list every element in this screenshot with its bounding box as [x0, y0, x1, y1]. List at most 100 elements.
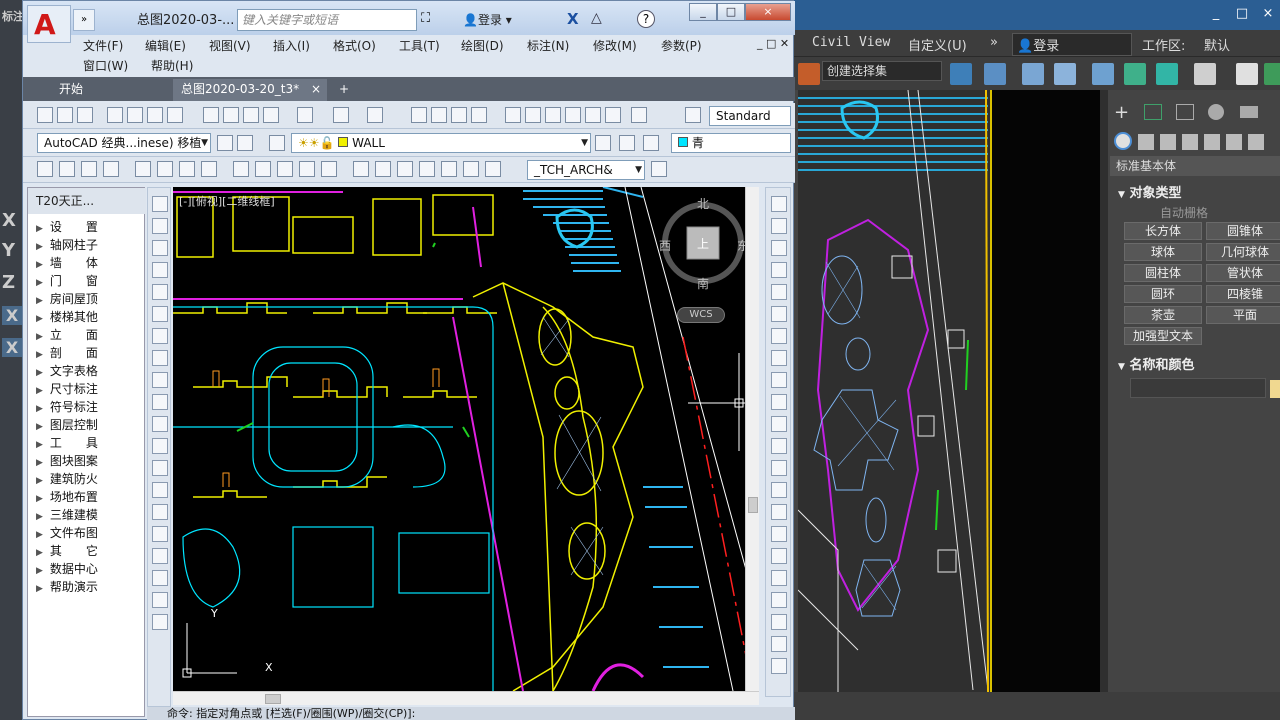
selection-set-combo[interactable]: 创建选择集 — [822, 61, 942, 81]
pan-icon[interactable] — [411, 107, 427, 123]
inspect-icon[interactable] — [397, 161, 413, 177]
palette-item[interactable]: ▶ 场地布置 — [36, 488, 98, 505]
make-current-icon[interactable] — [595, 135, 611, 151]
rotate-icon[interactable] — [771, 328, 787, 344]
display-tab-icon[interactable] — [1240, 106, 1258, 118]
ungroup-icon[interactable] — [771, 636, 787, 652]
palette-item[interactable]: ▶ 建筑防火 — [36, 470, 98, 487]
render-icon[interactable] — [798, 63, 820, 85]
palette-item[interactable]: ▶ 三维建模 — [36, 506, 98, 523]
autodesk-360-icon[interactable]: △ — [591, 10, 602, 26]
zoom-realtime-icon[interactable] — [431, 107, 447, 123]
palette-item[interactable]: ▶ 符号标注 — [36, 398, 98, 415]
render-frame-icon[interactable] — [1264, 63, 1280, 85]
polyline-icon[interactable] — [152, 240, 168, 256]
material-editor-icon[interactable] — [1194, 63, 1216, 85]
sheetset-icon[interactable] — [167, 107, 183, 123]
explode-icon[interactable] — [771, 570, 787, 586]
command-line[interactable]: 命令: 指定对角点或 [栏选(F)/圈围(WP)/圈交(CP)]: — [147, 707, 795, 720]
maximize-button[interactable]: □ — [717, 3, 745, 21]
render-setup-icon[interactable] — [1236, 63, 1258, 85]
point-icon[interactable] — [152, 482, 168, 498]
layer-properties-icon[interactable] — [269, 135, 285, 151]
dimstyle-combo[interactable]: _TCH_ARCH& ▼ — [527, 160, 645, 180]
max-close-button[interactable]: × — [1256, 4, 1280, 24]
geometry-icon[interactable] — [1114, 132, 1132, 150]
chamfer-icon[interactable] — [771, 504, 787, 520]
helpers-icon[interactable] — [1204, 134, 1220, 150]
palette-item[interactable]: ▶ 轴网柱子 — [36, 236, 98, 253]
autocad-logo-button[interactable]: A — [27, 5, 71, 43]
redo-icon[interactable] — [367, 107, 383, 123]
save-icon[interactable] — [77, 107, 93, 123]
text-style-combo[interactable]: Standard — [709, 106, 791, 126]
sphere-button[interactable]: 球体 — [1124, 243, 1202, 261]
palette-item[interactable]: ▶ 剖 面 — [36, 344, 98, 361]
scale-icon[interactable] — [771, 350, 787, 366]
jogged-icon[interactable] — [157, 161, 173, 177]
align-icon[interactable] — [984, 63, 1006, 85]
menu-draw[interactable]: 绘图(D) — [461, 37, 504, 54]
lights-icon[interactable] — [1160, 134, 1176, 150]
gear-icon[interactable] — [217, 135, 233, 151]
paste-icon[interactable] — [243, 107, 259, 123]
palette-item[interactable]: ▶ 其 它 — [36, 542, 98, 559]
trim-icon[interactable] — [771, 394, 787, 410]
move-icon[interactable] — [771, 306, 787, 322]
workspace-value[interactable]: 默认 — [1204, 35, 1230, 54]
mirror-icon[interactable] — [950, 63, 972, 85]
menu-parameters[interactable]: 参数(P) — [661, 37, 702, 54]
tube-button[interactable]: 管状体 — [1206, 264, 1280, 282]
dim-update-icon[interactable] — [485, 161, 501, 177]
menu-format[interactable]: 格式(O) — [333, 37, 376, 54]
aligned-dim-icon[interactable] — [59, 161, 75, 177]
name-color-section[interactable]: ▼ 名称和颜色 — [1118, 354, 1194, 373]
cut-icon[interactable] — [203, 107, 219, 123]
curve-editor-icon[interactable] — [1124, 63, 1146, 85]
help-icon[interactable]: ? — [637, 10, 655, 28]
horizontal-scroll-thumb[interactable] — [265, 694, 281, 704]
mtext-icon[interactable] — [152, 592, 168, 608]
menu-help[interactable]: 帮助(H) — [151, 57, 193, 74]
viewcube-north[interactable]: 北 — [697, 195, 709, 212]
offset-icon[interactable] — [771, 262, 787, 278]
max-maximize-button[interactable]: □ — [1230, 4, 1254, 24]
jogged-linear-icon[interactable] — [419, 161, 435, 177]
line-icon[interactable] — [152, 196, 168, 212]
viewport-label[interactable]: [-][俯视][二维线框] — [179, 193, 275, 209]
break-icon[interactable] — [771, 460, 787, 476]
menu-view[interactable]: 视图(V) — [209, 37, 251, 54]
tolerance-icon[interactable] — [353, 161, 369, 177]
torus-button[interactable]: 圆环 — [1124, 285, 1202, 303]
blend-icon[interactable] — [771, 548, 787, 564]
palette-item[interactable]: ▶ 房间屋顶 — [36, 290, 98, 307]
polygon-icon[interactable] — [152, 262, 168, 278]
arc-length-icon[interactable] — [81, 161, 97, 177]
vertical-scroll-thumb[interactable] — [748, 497, 758, 513]
box-button[interactable]: 长方体 — [1124, 222, 1202, 240]
spline-icon[interactable] — [152, 372, 168, 388]
draworder-icon[interactable] — [771, 592, 787, 608]
construction-line-icon[interactable] — [152, 218, 168, 234]
quick-dim-icon[interactable] — [233, 161, 249, 177]
teapot-button[interactable]: 茶壶 — [1124, 306, 1202, 324]
quick-access-more-button[interactable]: » — [73, 9, 95, 31]
ordinate-icon[interactable] — [103, 161, 119, 177]
minimize-button[interactable]: _ — [689, 3, 717, 21]
layer-iso-icon[interactable] — [771, 658, 787, 674]
dim-style-icon[interactable] — [651, 161, 667, 177]
palette-item[interactable]: ▶ 工 具 — [36, 434, 98, 451]
publish-icon[interactable] — [147, 107, 163, 123]
palette-item[interactable]: ▶ 图层控制 — [36, 416, 98, 433]
preview-icon[interactable] — [127, 107, 143, 123]
tab-drawing[interactable]: 总图2020-03-20_t3* × — [173, 79, 327, 101]
add-selected-icon[interactable] — [152, 614, 168, 630]
menu-insert[interactable]: 插入(I) — [273, 37, 310, 54]
ribbon-icon[interactable] — [1054, 63, 1076, 85]
zoom-window-icon[interactable] — [451, 107, 467, 123]
menu-tools[interactable]: 工具(T) — [399, 37, 440, 54]
ellipse-icon[interactable] — [152, 394, 168, 410]
palette-item[interactable]: ▶ 设 置 — [36, 218, 98, 235]
object-name-field[interactable] — [1130, 378, 1266, 398]
search-input[interactable]: 键入关键字或短语 — [237, 9, 417, 31]
